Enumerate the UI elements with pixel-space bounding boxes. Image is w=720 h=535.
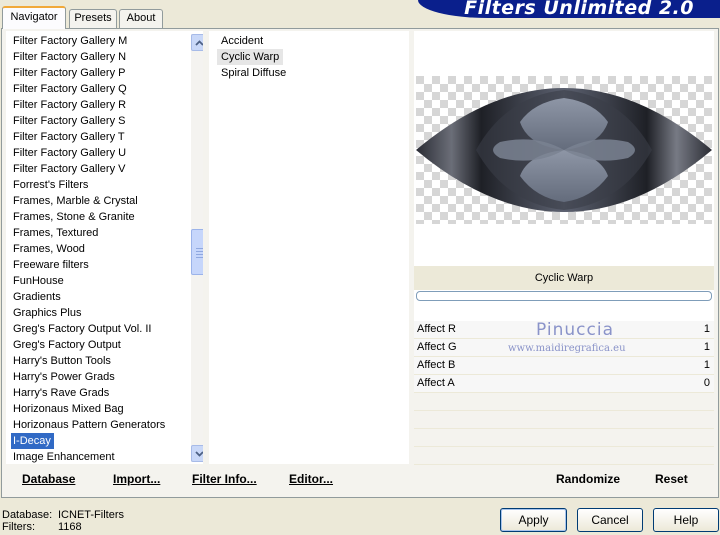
category-item[interactable]: Frames, Wood bbox=[6, 241, 186, 257]
category-list: Filter Factory Gallery M Filter Factory G… bbox=[6, 31, 203, 464]
category-item[interactable]: Filter Factory Gallery M bbox=[6, 33, 186, 49]
preview-panel: Cyclic Warp Affect R 1 Affect G 1 Affect B1A… bbox=[414, 31, 714, 465]
reset-button[interactable]: Reset bbox=[655, 471, 688, 487]
cancel-button[interactable]: Cancel bbox=[577, 508, 643, 532]
database-button[interactable]: Database bbox=[22, 471, 75, 487]
param-row[interactable]: Affect A 0 bbox=[414, 375, 714, 393]
param-row[interactable]: Affect B 1 bbox=[414, 357, 714, 375]
category-item[interactable]: Horizonaus Pattern Generators bbox=[6, 417, 186, 433]
category-item[interactable]: Filter Factory Gallery S bbox=[6, 113, 186, 129]
param-row-empty bbox=[414, 447, 714, 465]
scroll-up-button[interactable] bbox=[191, 34, 203, 51]
randomize-button[interactable]: Randomize bbox=[556, 471, 620, 487]
category-item[interactable]: Greg's Factory Output Vol. II bbox=[6, 321, 186, 337]
param-value: 1 bbox=[703, 341, 710, 353]
param-value: 1 bbox=[703, 323, 710, 335]
param-label: Affect A bbox=[417, 377, 455, 389]
editor-button[interactable]: Editor... bbox=[289, 471, 333, 487]
tab-navigator[interactable]: Navigator bbox=[2, 6, 66, 29]
apply-button[interactable]: Apply bbox=[500, 508, 567, 532]
category-item[interactable]: Forrest's Filters bbox=[6, 177, 186, 193]
category-item[interactable]: Frames, Marble & Crystal bbox=[6, 193, 186, 209]
category-item[interactable]: Harry's Button Tools bbox=[6, 353, 186, 369]
param-value: 1 bbox=[703, 359, 710, 371]
watermark-site: www.maidiregrafica.eu bbox=[508, 343, 626, 354]
tab-presets[interactable]: Presets bbox=[69, 9, 117, 28]
category-item[interactable]: Harry's Rave Grads bbox=[6, 385, 186, 401]
scroll-thumb[interactable] bbox=[191, 229, 203, 275]
param-row-empty bbox=[414, 429, 714, 447]
status-filters: Filters: 1168 bbox=[2, 521, 82, 533]
status-filters-value: 1168 bbox=[58, 521, 82, 533]
param-label: Affect R bbox=[417, 323, 456, 335]
category-items: Filter Factory Gallery M Filter Factory G… bbox=[6, 33, 186, 464]
status-database: Database: ICNET-Filters bbox=[2, 509, 124, 521]
category-item[interactable]: Filter Factory Gallery V bbox=[6, 161, 186, 177]
filter-items: Accident Cyclic Warp Spiral Diffuse bbox=[209, 31, 409, 81]
category-item[interactable]: Filter Factory Gallery U bbox=[6, 145, 186, 161]
chevron-up-icon bbox=[195, 39, 203, 46]
filter-preview-image bbox=[416, 76, 712, 224]
category-item[interactable]: Greg's Factory Output bbox=[6, 337, 186, 353]
category-item[interactable]: FunHouse bbox=[6, 273, 186, 289]
chevron-down-icon bbox=[195, 450, 203, 457]
filter-info-button[interactable]: Filter Info... bbox=[192, 471, 257, 487]
param-label: Affect B bbox=[417, 359, 456, 371]
param-row-empty bbox=[414, 411, 714, 429]
watermark-name: Pinuccia bbox=[536, 320, 614, 340]
category-item[interactable]: Filter Factory Gallery R bbox=[6, 97, 186, 113]
category-item[interactable]: Horizonaus Mixed Bag bbox=[6, 401, 186, 417]
status-database-value: ICNET-Filters bbox=[58, 509, 124, 521]
filter-item[interactable]: Spiral Diffuse bbox=[217, 65, 290, 81]
category-item[interactable]: Harry's Power Grads bbox=[6, 369, 186, 385]
param-label: Affect G bbox=[417, 341, 457, 353]
category-item[interactable]: Filter Factory Gallery N bbox=[6, 49, 186, 65]
filter-item[interactable]: Accident bbox=[217, 33, 267, 49]
status-database-label: Database: bbox=[2, 509, 53, 521]
category-item[interactable]: Frames, Textured bbox=[6, 225, 186, 241]
status-filters-label: Filters: bbox=[2, 521, 35, 533]
category-item[interactable]: Image Enhancement bbox=[6, 449, 186, 464]
title-banner: Filters Unlimited 2.0 bbox=[418, 0, 720, 19]
category-item[interactable]: Filter Factory Gallery T bbox=[6, 129, 186, 145]
filter-list: Accident Cyclic Warp Spiral Diffuse bbox=[209, 31, 409, 464]
filter-item[interactable]: Cyclic Warp bbox=[217, 49, 284, 65]
category-item[interactable]: Frames, Stone & Granite bbox=[6, 209, 186, 225]
scroll-down-button[interactable] bbox=[191, 445, 203, 462]
help-button[interactable]: Help bbox=[653, 508, 719, 532]
category-item[interactable]: I-Decay bbox=[11, 433, 54, 449]
progress-bar bbox=[416, 291, 712, 301]
param-value: 0 bbox=[703, 377, 710, 389]
category-item[interactable]: Gradients bbox=[6, 289, 186, 305]
app-title: Filters Unlimited 2.0 bbox=[464, 0, 694, 19]
filter-title: Cyclic Warp bbox=[414, 266, 714, 290]
import-button[interactable]: Import... bbox=[113, 471, 160, 487]
param-row-empty bbox=[414, 393, 714, 411]
category-item[interactable]: Graphics Plus bbox=[6, 305, 186, 321]
category-scrollbar[interactable] bbox=[191, 34, 203, 462]
tab-about[interactable]: About bbox=[119, 9, 163, 28]
category-item[interactable]: Freeware filters bbox=[6, 257, 186, 273]
category-item[interactable]: Filter Factory Gallery Q bbox=[6, 81, 186, 97]
category-item[interactable]: Filter Factory Gallery P bbox=[6, 65, 186, 81]
